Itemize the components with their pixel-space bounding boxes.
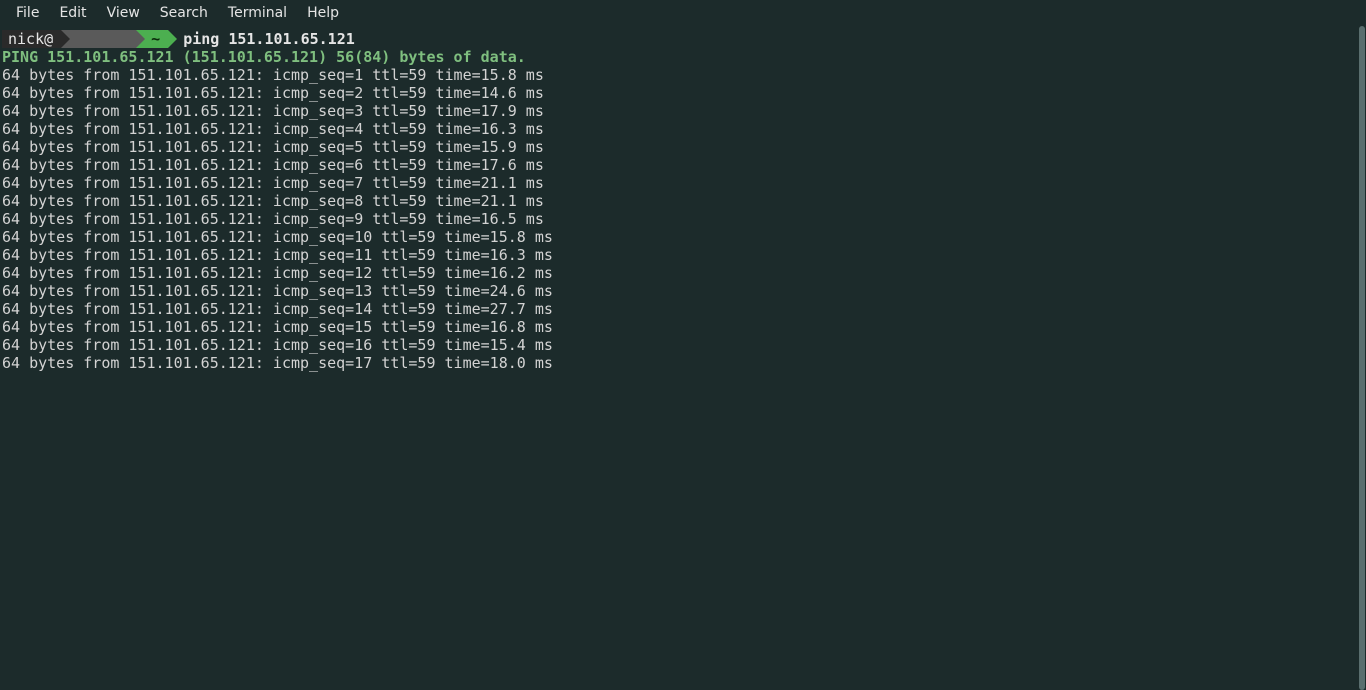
ping-reply: 64 bytes from 151.101.65.121: icmp_seq=1… [2,264,1354,282]
ping-reply: 64 bytes from 151.101.65.121: icmp_seq=1… [2,246,1354,264]
scrollbar-thumb[interactable] [1359,26,1365,690]
prompt-line: nick@ ~ping 151.101.65.121 [2,30,1354,48]
ping-reply: 64 bytes from 151.101.65.121: icmp_seq=8… [2,192,1354,210]
ping-reply: 64 bytes from 151.101.65.121: icmp_seq=1… [2,354,1354,372]
menu-file[interactable]: File [6,2,49,24]
menu-terminal[interactable]: Terminal [218,2,297,24]
ping-reply: 64 bytes from 151.101.65.121: icmp_seq=1… [2,318,1354,336]
ping-reply: 64 bytes from 151.101.65.121: icmp_seq=9… [2,210,1354,228]
chevron-right-icon [136,30,145,48]
scrollbar[interactable] [1358,26,1366,690]
prompt-user: nick@ [2,30,61,48]
menubar: FileEditViewSearchTerminalHelp [0,0,1366,26]
ping-header: PING 151.101.65.121 (151.101.65.121) 56(… [2,48,1354,66]
chevron-right-icon [168,30,177,48]
ping-reply: 64 bytes from 151.101.65.121: icmp_seq=1… [2,282,1354,300]
menu-help[interactable]: Help [297,2,349,24]
chevron-right-icon [61,30,70,48]
terminal-output[interactable]: nick@ ~ping 151.101.65.121PING 151.101.6… [0,26,1358,690]
command-input[interactable]: ping 151.101.65.121 [177,30,355,48]
ping-reply: 64 bytes from 151.101.65.121: icmp_seq=1… [2,228,1354,246]
ping-reply: 64 bytes from 151.101.65.121: icmp_seq=4… [2,120,1354,138]
ping-reply: 64 bytes from 151.101.65.121: icmp_seq=3… [2,102,1354,120]
ping-reply: 64 bytes from 151.101.65.121: icmp_seq=6… [2,156,1354,174]
ping-reply: 64 bytes from 151.101.65.121: icmp_seq=1… [2,66,1354,84]
prompt: nick@ ~ [2,30,177,48]
menu-edit[interactable]: Edit [49,2,96,24]
ping-reply: 64 bytes from 151.101.65.121: icmp_seq=1… [2,300,1354,318]
ping-reply: 64 bytes from 151.101.65.121: icmp_seq=7… [2,174,1354,192]
ping-reply: 64 bytes from 151.101.65.121: icmp_seq=1… [2,336,1354,354]
menu-search[interactable]: Search [150,2,218,24]
prompt-cwd: ~ [145,30,168,48]
ping-reply: 64 bytes from 151.101.65.121: icmp_seq=5… [2,138,1354,156]
menu-view[interactable]: View [97,2,150,24]
ping-reply: 64 bytes from 151.101.65.121: icmp_seq=2… [2,84,1354,102]
prompt-host-redacted [70,30,136,48]
